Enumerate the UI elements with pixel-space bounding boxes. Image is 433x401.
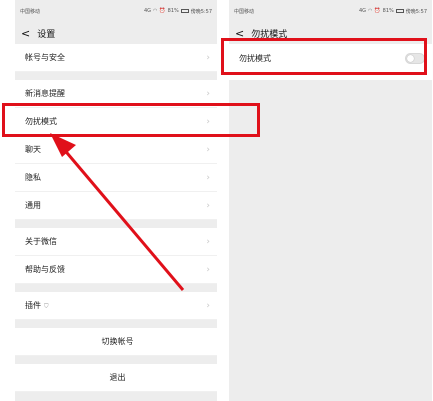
red-arrow-annotation bbox=[50, 133, 185, 291]
arrow-head bbox=[50, 133, 76, 157]
arrow-shaft bbox=[60, 146, 185, 291]
